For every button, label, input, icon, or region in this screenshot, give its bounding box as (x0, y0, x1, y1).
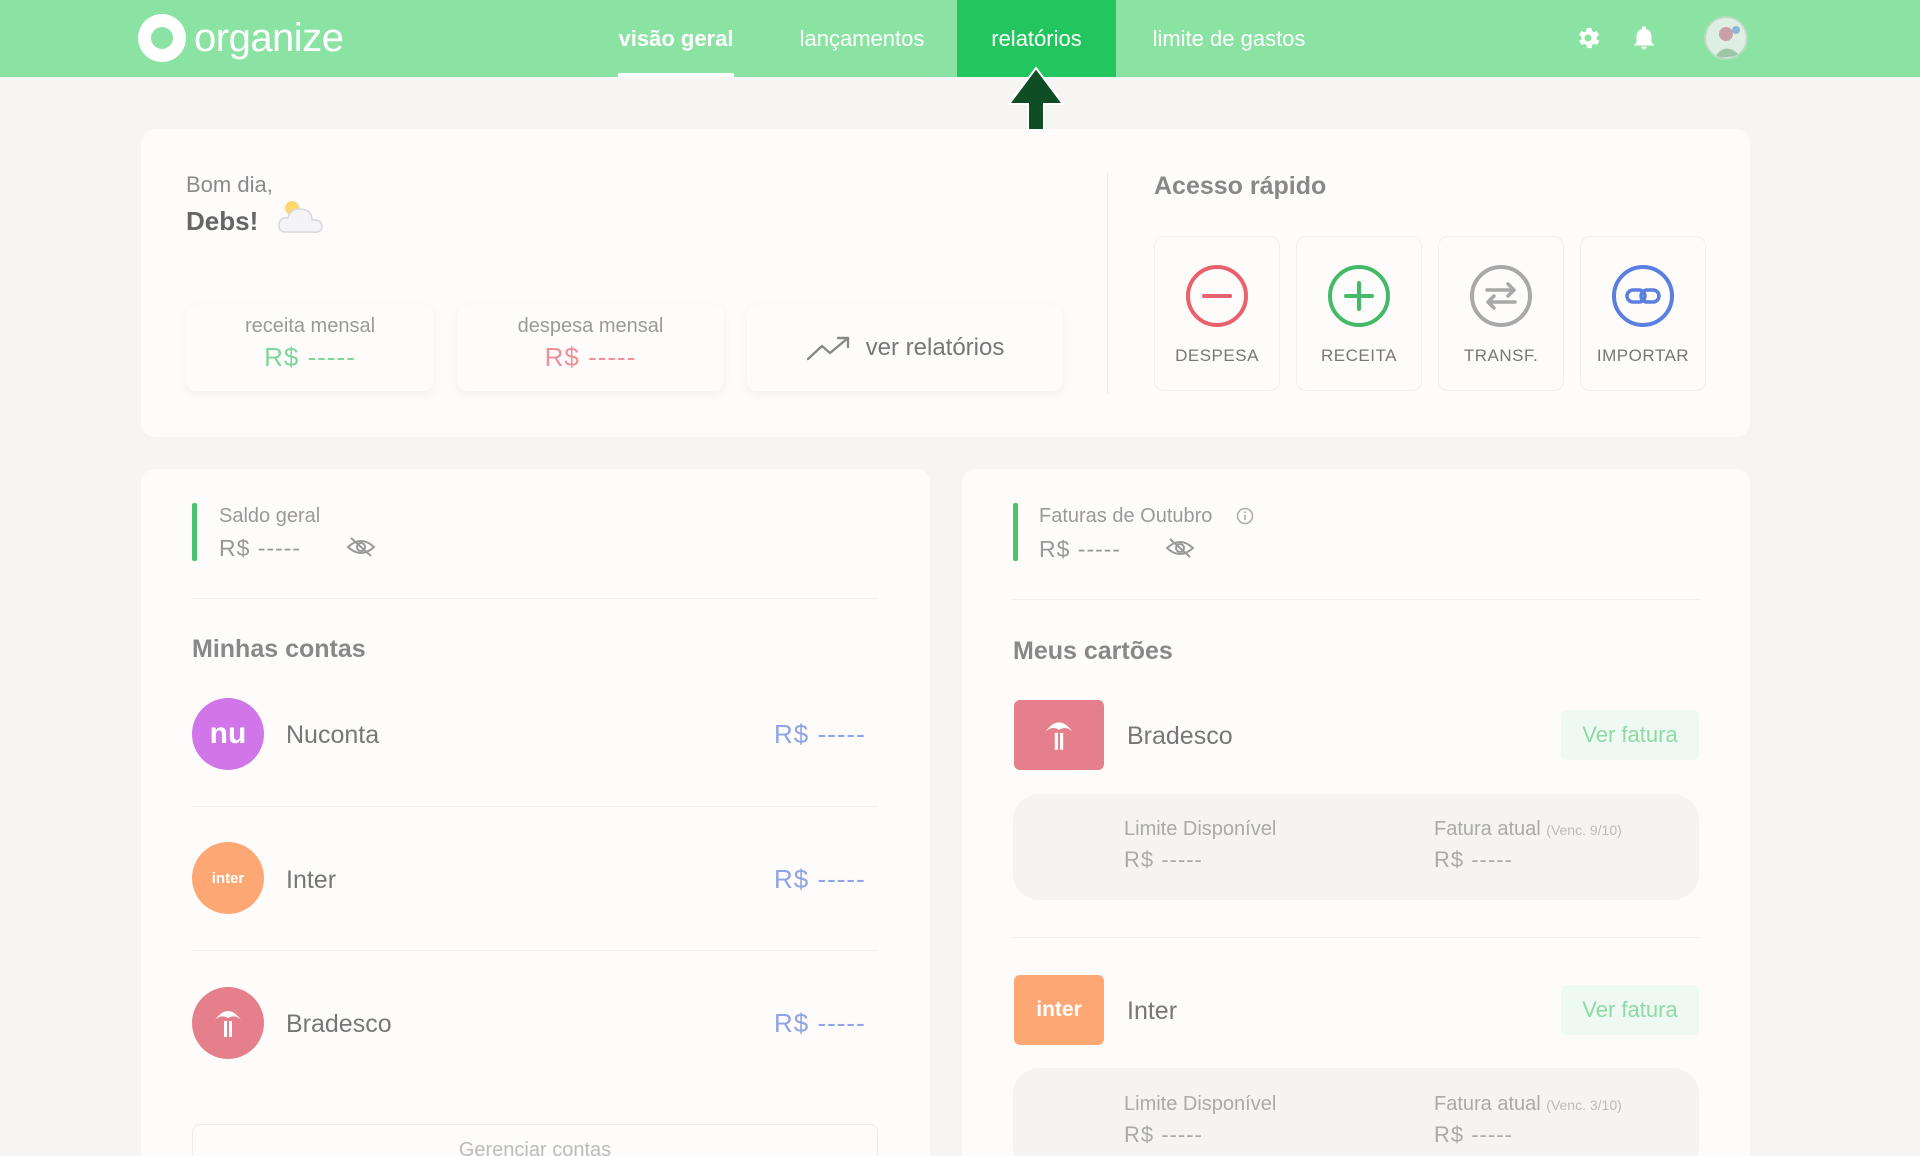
balance-label: Saldo geral (219, 505, 321, 527)
bell-icon[interactable] (1626, 20, 1662, 56)
balance-accent-bar (192, 503, 197, 561)
available-limit-label: Limite Disponível (1124, 818, 1277, 840)
my-accounts-title: Minhas contas (192, 635, 366, 663)
current-invoice-label-text: Fatura atual (1434, 818, 1541, 840)
tab-limite-de-gastos[interactable]: limite de gastos (1134, 0, 1324, 77)
info-icon[interactable] (1236, 507, 1254, 525)
available-limit-value: R$ ----- (1124, 847, 1203, 872)
eye-off-icon[interactable] (346, 535, 376, 559)
transfer-icon (1470, 265, 1532, 327)
available-limit-value: R$ ----- (1124, 1122, 1203, 1147)
eye-off-icon[interactable] (1165, 536, 1195, 560)
view-invoice-button[interactable]: Ver fatura (1561, 985, 1699, 1035)
nuconta-logo: nu (192, 698, 264, 770)
minus-circle-icon (1186, 265, 1248, 327)
invoice-due-date: (Venc. 3/10) (1546, 1097, 1622, 1113)
divider (1013, 937, 1699, 938)
divider (192, 598, 878, 599)
monthly-income-card: receita mensal R$ ----- (186, 305, 434, 391)
view-reports-button[interactable]: ver relatórios (747, 305, 1063, 391)
current-invoice-label: Fatura atual (Venc. 3/10) (1434, 1093, 1622, 1116)
current-invoice-label: Fatura atual (Venc. 9/10) (1434, 818, 1622, 841)
balance-value: R$ ----- (219, 535, 302, 561)
top-navigation-bar: organize visão geral lançamentos relatór… (0, 0, 1920, 77)
plus-circle-icon (1328, 265, 1390, 327)
invoices-accent-bar (1013, 503, 1018, 561)
quick-despesa-label: DESPESA (1175, 346, 1259, 365)
gear-icon[interactable] (1570, 20, 1606, 56)
quick-receita-button[interactable]: RECEITA (1296, 236, 1422, 391)
user-name: Debs! (186, 206, 259, 236)
current-invoice-value: R$ ----- (1434, 847, 1513, 872)
quick-import-label: IMPORTAR (1596, 346, 1690, 365)
quick-import-button[interactable]: IMPORTAR (1580, 236, 1706, 391)
quick-receita-label: RECEITA (1321, 346, 1397, 365)
account-name[interactable]: Inter (286, 866, 336, 895)
greeting-text: Bom dia, (186, 172, 273, 197)
inter-logo: inter (192, 842, 264, 914)
divider (1013, 599, 1699, 600)
accounts-card (141, 469, 930, 1156)
inter-card-logo-text: inter (1036, 998, 1082, 1021)
card-name[interactable]: Inter (1127, 997, 1177, 1026)
logo-text: organize (194, 15, 344, 60)
divider (192, 950, 878, 951)
current-invoice-value: R$ ----- (1434, 1122, 1513, 1147)
bradesco-logo (192, 987, 264, 1059)
monthly-expense-label: despesa mensal (517, 315, 664, 337)
monthly-expense-value: R$ ----- (544, 342, 637, 372)
invoices-value: R$ ----- (1039, 536, 1122, 562)
inter-logo-text: inter (211, 869, 245, 887)
current-invoice-label-text: Fatura atual (1434, 1093, 1541, 1115)
quick-transfer-button[interactable]: TRANSF. (1438, 236, 1564, 391)
link-icon (1612, 265, 1674, 327)
inter-card-logo: inter (1014, 975, 1104, 1045)
trending-up-icon (806, 336, 849, 361)
divider (192, 806, 878, 807)
account-balance: R$ ----- (774, 719, 866, 749)
tab-visao-geral[interactable]: visão geral (614, 0, 738, 77)
quick-transfer-label: TRANSF. (1463, 346, 1539, 365)
partly-sunny-icon (278, 201, 323, 233)
organize-logo[interactable]: organize (138, 14, 344, 62)
invoices-label: Faturas de Outubro (1039, 505, 1213, 527)
logo-mark-icon (138, 14, 186, 62)
nuconta-logo-text: nu (209, 717, 247, 750)
user-avatar[interactable] (1704, 16, 1748, 60)
available-limit-label: Limite Disponível (1124, 1093, 1277, 1115)
manage-accounts-button[interactable]: Gerenciar contas (192, 1124, 878, 1156)
quick-despesa-button[interactable]: DESPESA (1154, 236, 1280, 391)
card-name[interactable]: Bradesco (1127, 722, 1233, 751)
account-name[interactable]: Bradesco (286, 1010, 392, 1039)
my-cards-title: Meus cartões (1013, 637, 1173, 665)
invoice-due-date: (Venc. 9/10) (1546, 822, 1622, 838)
vertical-divider (1107, 172, 1108, 394)
bradesco-tree-icon (215, 1011, 241, 1037)
view-reports-label: ver relatórios (865, 334, 1005, 361)
account-balance: R$ ----- (774, 864, 866, 894)
monthly-expense-card: despesa mensal R$ ----- (457, 305, 724, 391)
view-invoice-button[interactable]: Ver fatura (1561, 710, 1699, 760)
card-limits-panel (1013, 794, 1699, 900)
quick-access-title: Acesso rápido (1154, 172, 1327, 200)
bradesco-tree-icon (1045, 722, 1073, 750)
account-balance: R$ ----- (774, 1008, 866, 1038)
tab-lancamentos[interactable]: lançamentos (786, 0, 938, 77)
account-name[interactable]: Nuconta (286, 721, 379, 750)
monthly-income-value: R$ ----- (264, 342, 356, 372)
monthly-income-label: receita mensal (244, 315, 376, 337)
bradesco-card-logo (1014, 700, 1104, 770)
